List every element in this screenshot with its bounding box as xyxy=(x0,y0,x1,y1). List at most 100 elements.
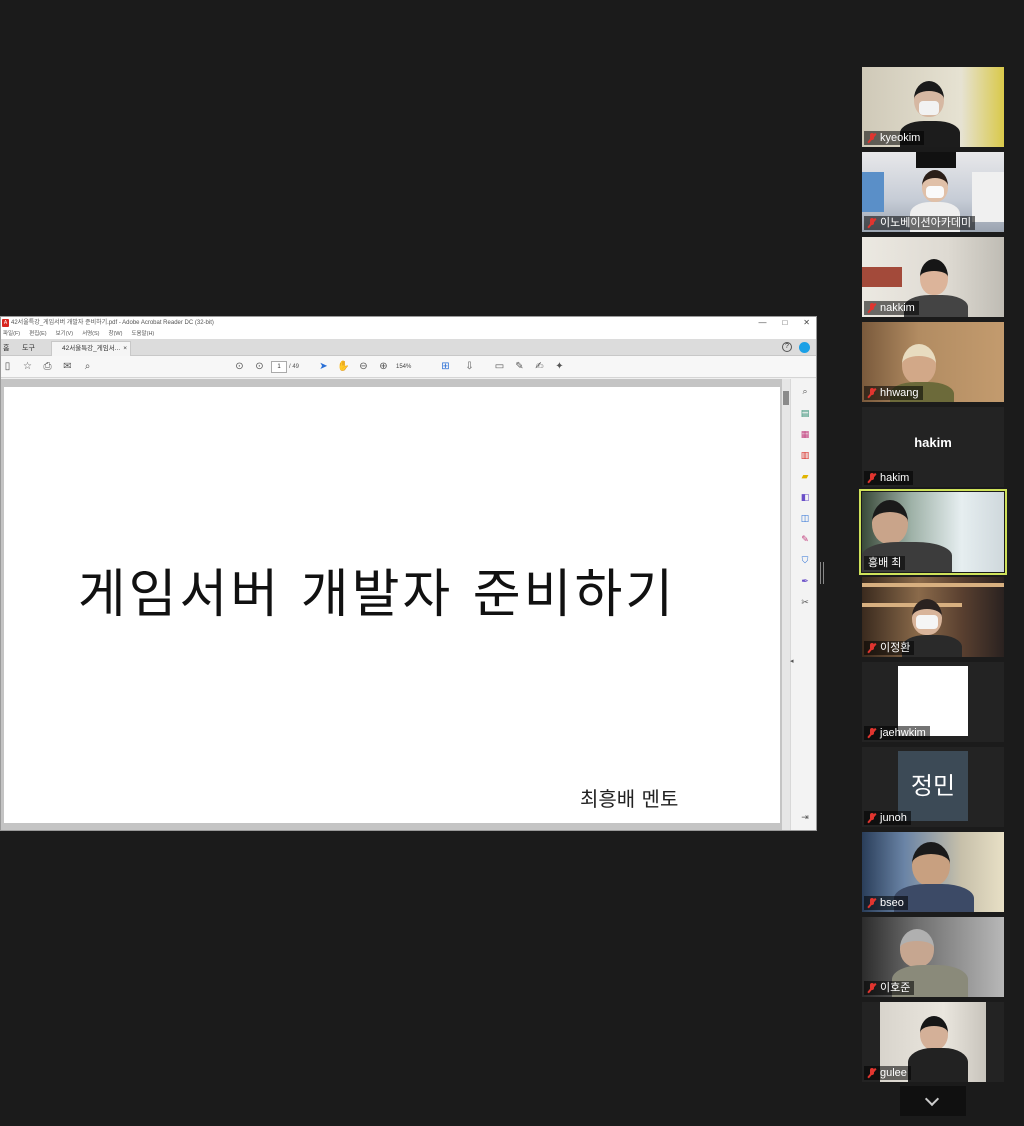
account-icon[interactable] xyxy=(799,342,810,353)
tab-tools[interactable]: 도구 xyxy=(22,343,35,353)
participant-name-tag: 이호준 xyxy=(864,981,915,995)
participant-name-tag: jaehwkim xyxy=(864,726,930,740)
sign-icon[interactable]: ✍ xyxy=(533,360,546,373)
mic-muted-icon xyxy=(867,898,877,908)
scrollbar-thumb[interactable] xyxy=(783,391,789,405)
participant-name-tag: junoh xyxy=(864,811,911,825)
participant-name-tag: hakim xyxy=(864,471,914,485)
next-page-icon[interactable]: ⊙ xyxy=(253,360,266,373)
participant-tile[interactable]: bseo xyxy=(862,832,1004,912)
participant-tile[interactable]: kyeokim xyxy=(862,67,1004,147)
participant-name-tag: kyeokim xyxy=(864,131,925,145)
participant-tile[interactable]: hakim hakim xyxy=(862,407,1004,487)
pdf-toolbar: ▯ ☆ ⎙ ✉ ⌕ ⊙ ⊙ 1 / 49 ➤ ✋ ⊖ ⊕ 154% ⊞ ⇩ ▭ … xyxy=(1,356,816,378)
pdf-titlebar: A 42서울특강_게임서버 개발자 준비하기.pdf - Adobe Acrob… xyxy=(1,317,816,329)
mic-muted-icon xyxy=(867,218,877,228)
collapse-pane-icon[interactable]: ◂ xyxy=(790,657,794,665)
protect-icon[interactable]: ⛉ xyxy=(799,554,811,566)
expand-pane-icon[interactable]: ⇥ xyxy=(799,811,811,823)
participant-name-tag: 이노베이션아카데미 xyxy=(864,216,976,230)
participant-name-tag: 이정환 xyxy=(864,641,915,655)
window-title: 42서울특강_게임서버 개발자 준비하기.pdf - Adobe Acrobat… xyxy=(11,320,214,326)
participant-tile[interactable]: nakkim xyxy=(862,237,1004,317)
tab-home[interactable]: 홈 xyxy=(3,343,9,353)
acrobat-icon: A xyxy=(2,319,9,327)
mic-muted-icon xyxy=(867,303,877,313)
window-controls: — □ ✕ xyxy=(758,317,810,329)
maximize-button[interactable]: □ xyxy=(782,317,787,329)
edit-pdf-icon[interactable]: ▦ xyxy=(799,428,811,440)
mic-muted-icon xyxy=(867,813,877,823)
combine-files-icon[interactable]: ◧ xyxy=(799,491,811,503)
vertical-scrollbar[interactable] xyxy=(782,379,790,830)
tab-document[interactable]: 42서울특강_게임서... × xyxy=(51,341,131,356)
menu-file[interactable]: 파일(F) xyxy=(3,329,20,339)
search-icon[interactable]: ⌕ xyxy=(81,360,94,373)
pen-icon[interactable]: ✎ xyxy=(513,360,526,373)
zoom-out-icon[interactable]: ⊖ xyxy=(357,360,370,373)
mic-muted-icon xyxy=(867,473,877,483)
participant-tile[interactable]: 이노베이션아카데미 xyxy=(862,152,1004,232)
zoom-in-icon[interactable]: ⊕ xyxy=(377,360,390,373)
close-window-button[interactable]: ✕ xyxy=(803,317,810,329)
pdf-tabbar: 홈 도구 42서울특강_게임서... × ? xyxy=(1,339,816,356)
email-icon[interactable]: ✉ xyxy=(61,360,74,373)
menu-help[interactable]: 도움말(H) xyxy=(131,329,154,339)
pdf-page: 게임서버 개발자 준비하기 최흥배 멘토 xyxy=(4,387,780,823)
shared-screen-pdf-window: A 42서울특강_게임서버 개발자 준비하기.pdf - Adobe Acrob… xyxy=(0,316,817,831)
mic-muted-icon xyxy=(867,388,877,398)
participant-tile[interactable]: jaehwkim xyxy=(862,662,1004,742)
prev-page-icon[interactable]: ⊙ xyxy=(233,360,246,373)
document-tab-label: 42서울특강_게임서... xyxy=(62,345,121,352)
organize-pages-icon[interactable]: ◫ xyxy=(799,512,811,524)
select-cursor-icon[interactable]: ➤ xyxy=(317,360,330,373)
help-icon[interactable]: ? xyxy=(782,342,792,352)
export-pdf-icon[interactable]: ▤ xyxy=(799,407,811,419)
create-pdf-icon[interactable]: ▥ xyxy=(799,449,811,461)
participant-tile[interactable]: 정민 junoh xyxy=(862,747,1004,827)
page-total: / 49 xyxy=(289,364,300,370)
close-tab-button[interactable]: × xyxy=(123,342,127,356)
mic-muted-icon xyxy=(867,1068,877,1078)
participant-tile-active-speaker[interactable]: 홍배 최 xyxy=(859,489,1007,575)
slide-author: 최흥배 멘토 xyxy=(580,787,679,811)
hand-tool-icon[interactable]: ✋ xyxy=(337,360,350,373)
menu-view[interactable]: 보기(V) xyxy=(56,329,73,339)
participant-name-tag: gulee xyxy=(864,1066,911,1080)
bookmark-star-icon[interactable]: ☆ xyxy=(21,360,34,373)
comment-icon[interactable]: ▭ xyxy=(493,360,506,373)
participant-name-tag: hhwang xyxy=(864,386,923,400)
gallery-scroll-down-button[interactable] xyxy=(900,1086,966,1116)
participant-name-tag: bseo xyxy=(864,896,908,910)
split-view-handle[interactable] xyxy=(820,562,824,584)
participant-tile[interactable]: 이호준 xyxy=(862,917,1004,997)
zoom-level-select[interactable]: 154% xyxy=(396,361,430,373)
pdf-menubar: 파일(F) 편집(E) 보기(V) 서명(S) 창(W) 도움말(H) xyxy=(1,329,816,339)
participant-tile[interactable]: hhwang xyxy=(862,322,1004,402)
pane-search-icon[interactable]: ⌕ xyxy=(799,385,811,397)
more-tools-icon[interactable]: ✂ xyxy=(799,596,811,608)
mic-muted-icon xyxy=(867,133,877,143)
mic-muted-icon xyxy=(867,728,877,738)
comment-pane-icon[interactable]: ▰ xyxy=(799,470,811,482)
menu-edit[interactable]: 편집(E) xyxy=(29,329,46,339)
participant-name-tag: nakkim xyxy=(864,301,919,315)
send-sign-icon[interactable]: ✒ xyxy=(799,575,811,587)
page-number-input[interactable]: 1 xyxy=(271,361,287,373)
participant-tile[interactable]: 이정환 xyxy=(862,577,1004,657)
menu-window[interactable]: 창(W) xyxy=(109,329,123,339)
minimize-button[interactable]: — xyxy=(758,317,766,329)
fill-sign-icon[interactable]: ✎ xyxy=(799,533,811,545)
participant-avatar-name: hakim xyxy=(914,435,952,450)
tools-pane: ◂ ⌕ ▤ ▦ ▥ ▰ ◧ ◫ ✎ ⛉ ✒ ✂ ⇥ xyxy=(790,379,816,830)
share-icon[interactable]: ✦ xyxy=(553,360,566,373)
participant-name-tag: 홍배 최 xyxy=(864,556,906,570)
scroll-mode-icon[interactable]: ⇩ xyxy=(463,360,476,373)
pdf-viewport[interactable]: 게임서버 개발자 준비하기 최흥배 멘토 xyxy=(1,379,790,830)
print-icon[interactable]: ⎙ xyxy=(41,360,54,373)
participant-tile[interactable]: gulee xyxy=(862,1002,1004,1082)
menu-sign[interactable]: 서명(S) xyxy=(82,329,99,339)
mic-muted-icon xyxy=(867,983,877,993)
save-icon[interactable]: ▯ xyxy=(1,360,14,373)
fit-page-icon[interactable]: ⊞ xyxy=(439,360,452,373)
